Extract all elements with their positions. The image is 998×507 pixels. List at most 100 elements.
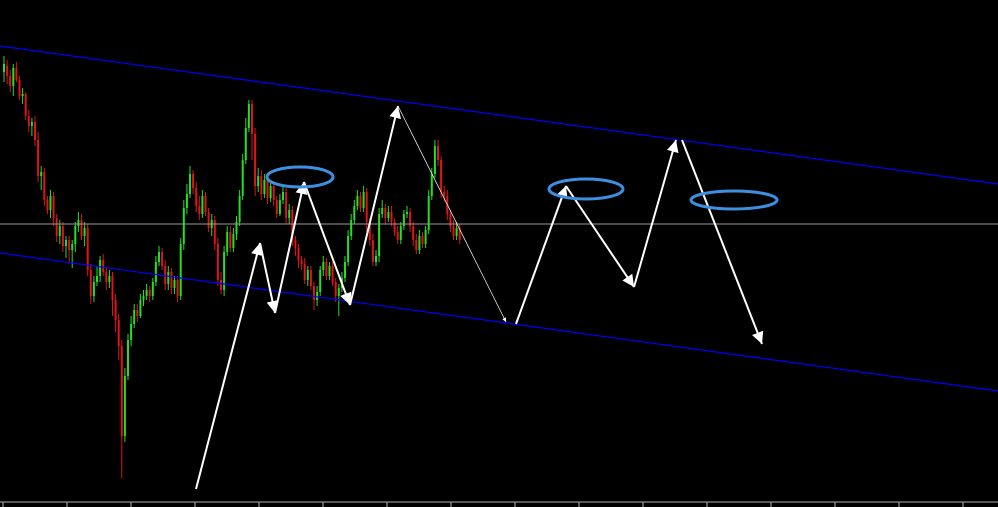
candle-body [452, 226, 455, 236]
candle-body [92, 282, 95, 296]
candle-body [170, 272, 173, 288]
candle-body [316, 292, 319, 300]
candle-body [3, 64, 5, 72]
candle-body [21, 94, 24, 96]
candle-body [303, 264, 306, 280]
candle-body [375, 256, 377, 262]
candle-body [18, 80, 21, 96]
candle-body [49, 196, 52, 210]
candle-body [415, 240, 418, 250]
candle-body [220, 280, 222, 290]
candle-body [173, 280, 176, 288]
chart-background [0, 0, 998, 507]
candle-body [328, 266, 331, 276]
candle-body [43, 172, 46, 200]
candle-body [185, 194, 188, 208]
candle-body [285, 192, 288, 218]
candle-body [12, 68, 15, 86]
candle-body [455, 228, 458, 236]
candle-body [189, 174, 191, 194]
candle-body [313, 286, 315, 300]
candle-body [229, 232, 232, 248]
candle-body [309, 270, 312, 286]
candle-body [96, 276, 98, 282]
candle-body [440, 160, 443, 192]
candle-body [251, 104, 253, 134]
candle-body [356, 196, 359, 206]
candle-body [275, 200, 278, 214]
candle-body [294, 240, 297, 248]
candle-body [322, 262, 325, 270]
candle-body [204, 196, 207, 212]
candle-body [111, 276, 114, 300]
candle-body [247, 104, 250, 128]
candle-body [158, 252, 160, 262]
candle-body [117, 320, 120, 346]
candle-body [238, 196, 241, 222]
candle-body [154, 262, 157, 282]
candle-body [381, 208, 384, 214]
candle-body [325, 262, 328, 276]
candle-body [71, 244, 74, 250]
candle-body [244, 128, 247, 160]
candle-body [15, 68, 18, 80]
candle-body [74, 226, 77, 244]
candle-body [207, 212, 210, 228]
price-chart [0, 0, 998, 507]
candle-body [390, 212, 393, 222]
candle-body [130, 324, 133, 340]
candle-body [282, 192, 284, 200]
candle-body [77, 220, 80, 226]
candle-body [300, 260, 303, 264]
candle-body [40, 172, 43, 176]
candle-body [362, 192, 365, 208]
candle-body [437, 146, 439, 160]
candle-body [424, 230, 427, 244]
candle-body [61, 226, 64, 246]
candle-body [58, 226, 61, 236]
candle-body [30, 122, 33, 126]
candle-body [167, 272, 170, 284]
candle-body [114, 300, 117, 320]
candle-body [272, 186, 275, 200]
candle-body [337, 288, 340, 296]
candle-body [266, 180, 269, 198]
candle-body [27, 116, 30, 126]
candle-body [164, 266, 167, 284]
candle-body [52, 196, 55, 218]
candle-body [80, 220, 83, 236]
candle-body [123, 376, 126, 436]
candle-body [89, 270, 92, 296]
candle-body [418, 236, 421, 250]
candle-body [198, 206, 201, 214]
candle-body [260, 176, 263, 194]
candle-body [176, 280, 179, 296]
candle-body [331, 266, 334, 282]
candle-body [9, 76, 12, 86]
candle-body [142, 296, 145, 300]
candle-body [347, 236, 350, 262]
candle-body [350, 220, 353, 236]
candle-body [427, 196, 430, 230]
candle-body [278, 200, 281, 214]
candle-body [263, 180, 266, 194]
candle-body [179, 244, 182, 296]
candle-body [182, 208, 185, 244]
candle-body [151, 282, 154, 296]
candle-body [344, 262, 346, 278]
candle-body [127, 340, 129, 376]
candle-body [86, 228, 89, 270]
candle-body [269, 186, 272, 198]
candle-body [108, 276, 111, 282]
candle-body [83, 228, 86, 236]
candle-body [192, 174, 195, 188]
candle-body [148, 290, 151, 296]
candle-body [378, 214, 381, 256]
candle-body [145, 290, 148, 296]
candle-body [421, 236, 424, 244]
candle-body [161, 252, 164, 266]
candle-body [371, 240, 374, 262]
candle-body [120, 346, 123, 436]
candle-body [433, 146, 436, 174]
candle-body [201, 196, 204, 214]
